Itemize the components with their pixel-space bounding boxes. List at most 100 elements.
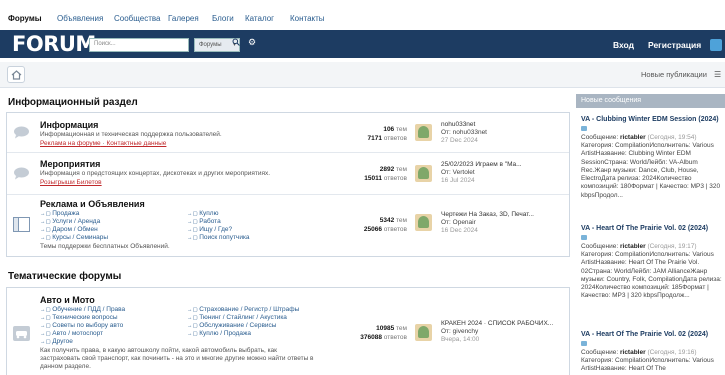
- nav-forums[interactable]: Форумы: [8, 14, 42, 23]
- subforum-link[interactable]: Страхование / Регистр / Штрафы: [187, 306, 299, 313]
- new-post-icon: [581, 340, 587, 346]
- new-messages-panel: Новые сообщения VA - Clubbing Winter EDM…: [576, 94, 725, 375]
- car-icon: [13, 326, 30, 341]
- post-excerpt: Категория: CompilationИсполнитель: Vario…: [581, 142, 721, 199]
- subforum-link[interactable]: Тюнинг / Стайлинг / Акустика: [187, 314, 287, 321]
- post-excerpt: Категория: CompilationИсполнитель: Vario…: [581, 357, 714, 373]
- forum-row: Реклама и Объявления Продажа Услуги / Ар…: [7, 195, 569, 257]
- post-author[interactable]: rictabler: [620, 134, 646, 141]
- login-link[interactable]: Вход: [613, 40, 634, 50]
- register-icon[interactable]: [710, 39, 722, 51]
- new-messages-heading: Новые сообщения: [576, 94, 725, 108]
- avatar[interactable]: [415, 214, 432, 231]
- subforum-link[interactable]: Авто / мотоспорт: [40, 330, 103, 337]
- search-icon[interactable]: [232, 38, 240, 48]
- forum-row: Авто и Мото Обучение / ПДД / Права Техни…: [7, 288, 569, 375]
- subforum-link[interactable]: Курсы / Семинары: [40, 234, 108, 241]
- forum-title[interactable]: Реклама и Объявления: [40, 199, 145, 209]
- last-post: Чертежи На Заказ, 3D, Печат... От: Opena…: [441, 211, 534, 235]
- search-input[interactable]: Поиск...: [89, 38, 189, 52]
- search-scope-label: Форумы: [199, 42, 222, 48]
- subforum-link[interactable]: Куплю: [187, 210, 218, 217]
- forum-links: Розыгрыши Билетов: [40, 179, 102, 186]
- forum-row: Мероприятия Информация о предстоящих кон…: [7, 153, 569, 195]
- link-advertising[interactable]: Реклама на форуме: [40, 140, 101, 147]
- forum-title[interactable]: Информация: [40, 120, 98, 130]
- post-title[interactable]: VA - Heart Of The Prairie Vol. 02 (2024): [581, 224, 723, 242]
- nav-blogs[interactable]: Блоги: [212, 14, 234, 23]
- forum-stats: 106 тем 7171 ответов: [367, 126, 407, 142]
- gear-icon[interactable]: ⚙: [248, 37, 256, 48]
- site-header: FORUM Поиск... Форумы ▾ ⚙ Вход Регистрац…: [0, 30, 725, 58]
- last-post-author[interactable]: От: nohu033net: [441, 129, 487, 136]
- last-post-title[interactable]: nohu033net: [441, 121, 475, 128]
- link-contacts[interactable]: Контактные данные: [106, 140, 166, 147]
- forum-block-info: Информация Информационная и техническая …: [6, 112, 570, 257]
- post-author[interactable]: rictabler: [620, 243, 646, 250]
- subforum-link[interactable]: Другое: [40, 338, 73, 345]
- nav-communities[interactable]: Сообщества: [114, 14, 160, 23]
- forum-title[interactable]: Авто и Мото: [40, 295, 95, 305]
- post-author[interactable]: rictabler: [620, 349, 646, 356]
- subforum-link[interactable]: Советы по выбору авто: [40, 322, 123, 329]
- subforum-link[interactable]: Обслуживание / Сервисы: [187, 322, 276, 329]
- last-post: 25/02/2023 Играем в "Ма... От: Vertolet …: [441, 161, 522, 185]
- post-title[interactable]: VA - Clubbing Winter EDM Session (2024): [581, 115, 723, 133]
- nav-contacts[interactable]: Контакты: [290, 14, 325, 23]
- site-nav: Форумы Объявления Сообщества Галерея Бло…: [0, 0, 725, 30]
- forum-stats: 2892 тем 15011 ответов: [364, 166, 407, 182]
- chat-bubble-icon: [14, 126, 29, 139]
- forum-description: застраховать свой транспорт, как починит…: [40, 355, 314, 362]
- forum-description: Как получить права, в какую автошколу по…: [40, 347, 278, 354]
- last-post: КРАКЕН 2024 · СПИСОК РАБОЧИХ... От: give…: [441, 320, 553, 344]
- nav-catalog[interactable]: Каталог: [245, 14, 274, 23]
- section-title-info: Информационный раздел: [8, 97, 138, 108]
- site-logo[interactable]: FORUM: [12, 32, 96, 56]
- last-post-author[interactable]: От: givenchy: [441, 328, 478, 335]
- last-post-author[interactable]: От: Openair: [441, 219, 476, 226]
- forum-description: данном разделе.: [40, 363, 91, 370]
- menu-lines-icon[interactable]: ☰: [714, 70, 721, 79]
- last-post-title[interactable]: КРАКЕН 2024 · СПИСОК РАБОЧИХ...: [441, 320, 553, 327]
- avatar[interactable]: [415, 124, 432, 141]
- home-icon[interactable]: [7, 66, 25, 83]
- subforum-link[interactable]: Куплю / Продажа: [187, 330, 251, 337]
- last-post-author[interactable]: От: Vertolet: [441, 169, 475, 176]
- last-post-date: 27 Dec 2024: [441, 137, 478, 144]
- nav-gallery[interactable]: Галерея: [168, 14, 199, 23]
- new-publications-link[interactable]: Новые публикации: [641, 70, 707, 79]
- forum-title[interactable]: Мероприятия: [40, 159, 100, 169]
- register-link[interactable]: Регистрация: [648, 40, 701, 50]
- last-post-title[interactable]: 25/02/2023 Играем в "Ма...: [441, 161, 522, 168]
- folder-icon: [13, 217, 30, 232]
- subforum-link[interactable]: Продажа: [40, 210, 79, 217]
- subforum-link[interactable]: Обучение / ПДД / Права: [40, 306, 125, 313]
- last-post-date: Вчера, 14:00: [441, 336, 480, 343]
- post-excerpt: Категория: CompilationИсполнитель: Vario…: [581, 251, 722, 300]
- chat-bubble-icon: [14, 167, 29, 180]
- forum-description: Темы поддержки бесплатных Объявлений.: [40, 243, 170, 250]
- forum-row: Информация Информационная и техническая …: [7, 113, 569, 153]
- last-post-date: 16 Dec 2024: [441, 227, 478, 234]
- subforum-link[interactable]: Услуги / Аренда: [40, 218, 100, 225]
- subforum-link[interactable]: Технические вопросы: [40, 314, 117, 321]
- forum-stats: 10985 тем 376088 ответов: [360, 325, 407, 341]
- subforum-link[interactable]: Поиск попутчика: [187, 234, 249, 241]
- breadcrumb: Новые публикации ☰: [0, 62, 725, 88]
- avatar[interactable]: [415, 165, 432, 182]
- post-title[interactable]: VA - Heart Of The Prairie Vol. 02 (2024): [581, 330, 723, 348]
- nav-ads[interactable]: Объявления: [57, 14, 103, 23]
- new-post-icon: [581, 125, 587, 131]
- last-post: nohu033net От: nohu033net 27 Dec 2024: [441, 121, 487, 145]
- forum-links: Реклама на форуме · Контактные данные: [40, 140, 167, 147]
- avatar[interactable]: [415, 324, 432, 341]
- subforum-link[interactable]: Даром / Обмен: [40, 226, 97, 233]
- subforum-link[interactable]: Работа: [187, 218, 220, 225]
- section-title-thematic: Тематические форумы: [8, 271, 122, 282]
- link-ticket-giveaways[interactable]: Розыгрыши Билетов: [40, 179, 102, 186]
- subforum-link[interactable]: Ищу / Где?: [187, 226, 232, 233]
- last-post-date: 16 Jul 2024: [441, 177, 475, 184]
- new-post-icon: [581, 234, 587, 240]
- last-post-title[interactable]: Чертежи На Заказ, 3D, Печат...: [441, 211, 534, 218]
- forum-description: Информация о предстоящих концертах, диск…: [40, 170, 271, 177]
